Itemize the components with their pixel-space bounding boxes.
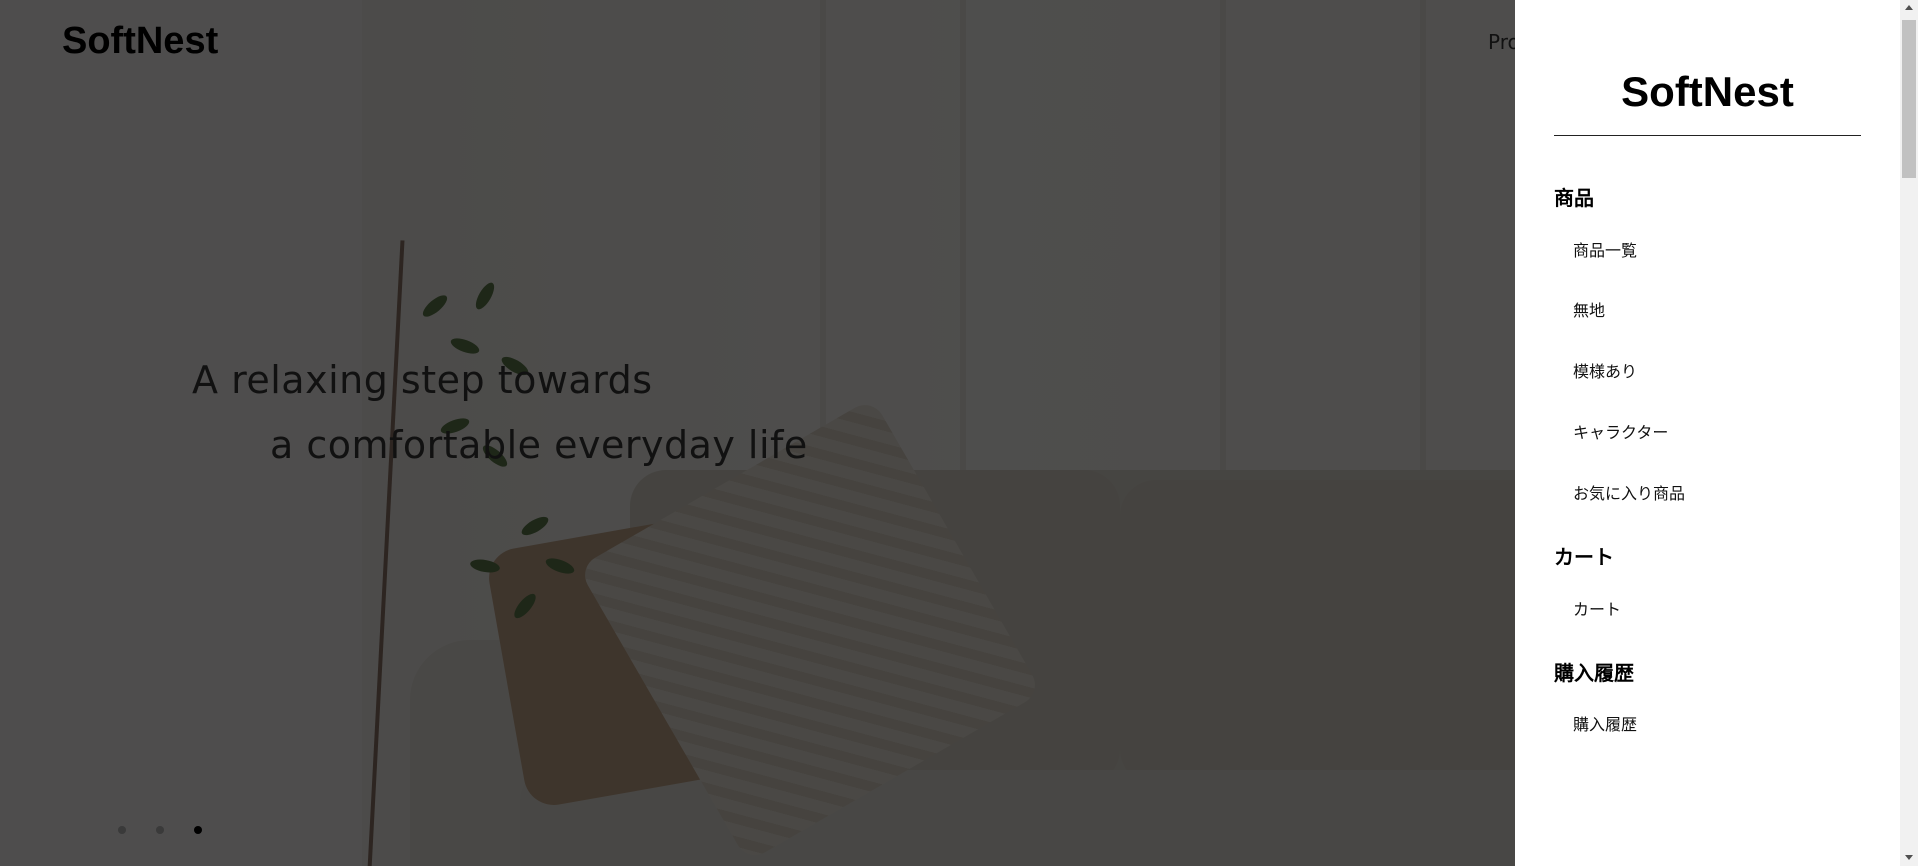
drawer-divider [1554, 135, 1861, 136]
drawer-logo[interactable]: SoftNest [1515, 68, 1900, 116]
page-scrollbar[interactable] [1900, 0, 1918, 866]
menu-item-product-list[interactable]: 商品一覧 [1573, 237, 1637, 261]
slider-dot-2[interactable] [156, 826, 164, 834]
scrollbar-thumb[interactable] [1902, 20, 1916, 178]
scroll-down-arrow-icon[interactable] [1905, 855, 1913, 860]
menu-item-patterned[interactable]: 模様あり [1573, 358, 1637, 382]
hero-tagline-line1: A relaxing step towards [192, 358, 653, 402]
side-drawer: SoftNest 商品 商品一覧 無地 模様あり キャラクター お気に入り商品 … [1515, 0, 1900, 866]
scroll-up-arrow-icon[interactable] [1905, 5, 1913, 10]
menu-item-purchase-history[interactable]: 購入履歴 [1573, 711, 1637, 735]
menu-item-character[interactable]: キャラクター [1573, 419, 1668, 443]
hero-tagline-line2: a comfortable everyday life [270, 423, 808, 467]
menu-item-favorites[interactable]: お気に入り商品 [1573, 480, 1685, 504]
section-title-cart: カート [1554, 545, 1614, 569]
slider-dot-1[interactable] [118, 826, 126, 834]
slider-dots [118, 826, 202, 834]
section-title-products: 商品 [1554, 186, 1594, 210]
menu-item-plain[interactable]: 無地 [1573, 297, 1605, 321]
menu-item-cart[interactable]: カート [1573, 596, 1621, 620]
slider-dot-3[interactable] [194, 826, 202, 834]
section-title-purchase-history: 購入履歴 [1554, 661, 1634, 685]
site-logo[interactable]: SoftNest [62, 20, 218, 63]
